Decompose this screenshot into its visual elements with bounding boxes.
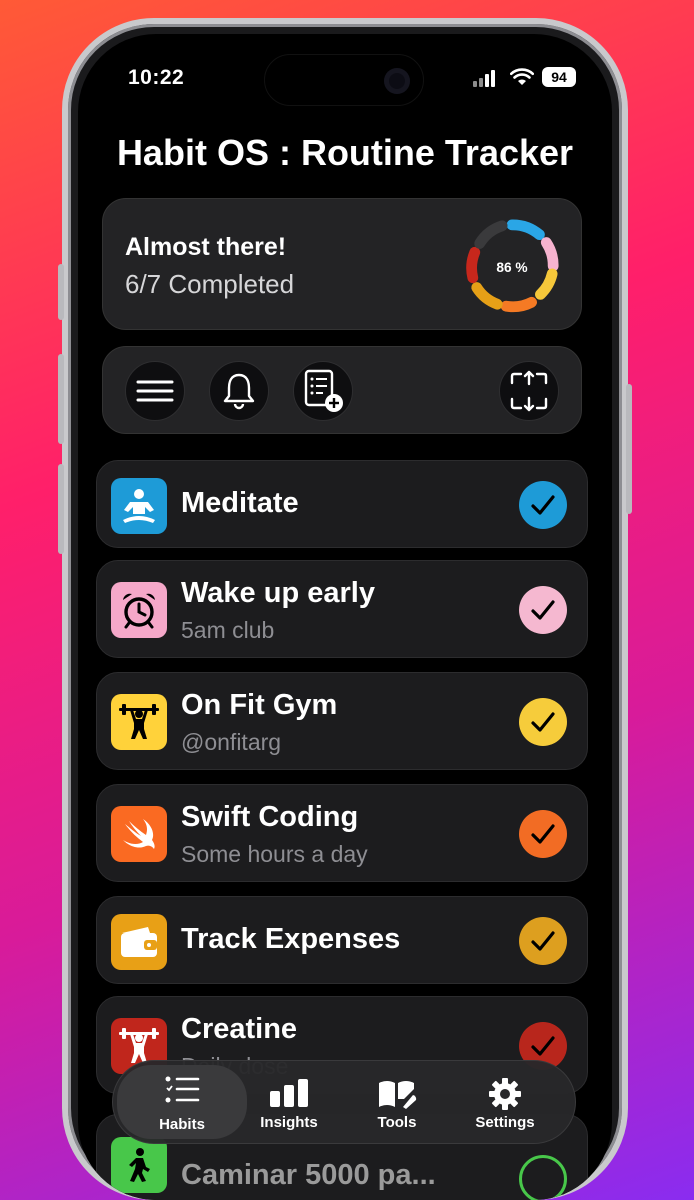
tab-insights[interactable]: Insights (235, 1069, 343, 1137)
habit-subtitle: 5am club (181, 617, 275, 643)
habit-name: Creatine (181, 1013, 298, 1045)
habit-row-on-fit-gym[interactable]: On Fit Gym @onfitarg (96, 672, 588, 770)
habit-name: Swift Coding (181, 801, 359, 833)
tab-label: Insights (260, 1114, 318, 1131)
habit-name: On Fit Gym (181, 689, 338, 721)
share-screen-button[interactable] (499, 361, 559, 421)
progress-summary-card[interactable]: Almost there! 6/7 Completed 86 % (102, 198, 582, 330)
swift-icon (111, 806, 167, 862)
menu-icon (136, 380, 174, 402)
tab-bar: Habits Insights Tools Settings (112, 1060, 576, 1144)
camera-icon (384, 68, 410, 94)
alarm-clock-icon (111, 582, 167, 638)
habit-name: Meditate (181, 487, 299, 519)
progress-percent: 86 % (496, 260, 527, 275)
habit-row-wake-up-early[interactable]: Wake up early 5am club (96, 560, 588, 658)
tools-icon (379, 1081, 417, 1109)
habit-check-button[interactable] (519, 917, 567, 965)
gear-icon (489, 1078, 521, 1110)
checkmark-icon (531, 495, 555, 515)
checkmark-icon (531, 600, 555, 620)
menu-button[interactable] (125, 361, 185, 421)
tab-label: Tools (377, 1114, 417, 1131)
notifications-button[interactable] (209, 361, 269, 421)
signal-icon (473, 69, 495, 87)
weightlifter-icon (111, 694, 167, 750)
wifi-icon (510, 68, 534, 85)
habit-row-swift-coding[interactable]: Swift Coding Some hours a day (96, 784, 588, 882)
checkmark-icon (531, 712, 555, 732)
progress-ring: 86 % (466, 219, 559, 313)
habit-row-meditate[interactable]: Meditate (96, 460, 588, 548)
summary-headline: Almost there! (125, 233, 287, 261)
walking-icon (111, 1137, 167, 1193)
action-button (58, 264, 64, 320)
page-title: Habit OS : Routine Tracker (116, 132, 574, 173)
bar-chart-icon (270, 1079, 308, 1107)
volume-down-button (58, 464, 64, 554)
share-screen-icon (510, 370, 548, 412)
add-note-button[interactable] (293, 361, 353, 421)
quick-actions-bar (102, 346, 582, 434)
wallet-icon (111, 914, 167, 970)
bell-icon (223, 373, 255, 410)
habit-subtitle: Some hours a day (181, 841, 368, 867)
habit-check-button[interactable] (519, 698, 567, 746)
tab-label: Habits (159, 1116, 205, 1133)
habit-check-button[interactable] (519, 586, 567, 634)
power-button (626, 384, 632, 514)
checkmark-icon (531, 1036, 555, 1056)
checkmark-icon (531, 824, 555, 844)
meditation-icon (111, 478, 167, 534)
checklist-icon (165, 1076, 200, 1103)
summary-completed: 6/7 Completed (125, 269, 295, 299)
battery-icon: 94 (542, 67, 576, 87)
checkmark-icon (531, 931, 555, 951)
habit-name: Wake up early (181, 577, 375, 609)
tab-settings[interactable]: Settings (451, 1069, 559, 1137)
status-bar: 10:22 94 (78, 54, 612, 106)
habit-check-button[interactable] (519, 810, 567, 858)
habit-name: Track Expenses (181, 923, 401, 955)
habit-check-button[interactable] (519, 1155, 567, 1200)
habit-row-track-expenses[interactable]: Track Expenses (96, 896, 588, 984)
habit-name: Caminar 5000 pa... (181, 1159, 436, 1191)
habit-subtitle: @onfitarg (181, 729, 282, 755)
tab-tools[interactable]: Tools (343, 1069, 451, 1137)
tab-label: Settings (475, 1114, 535, 1131)
status-time: 10:22 (128, 66, 185, 89)
habit-check-button[interactable] (519, 481, 567, 529)
add-note-icon (304, 369, 343, 412)
tab-habits[interactable]: Habits (117, 1065, 247, 1139)
app-screen: 10:22 94 Habit OS : Routine Tracker Almo… (78, 34, 612, 1200)
volume-up-button (58, 354, 64, 444)
